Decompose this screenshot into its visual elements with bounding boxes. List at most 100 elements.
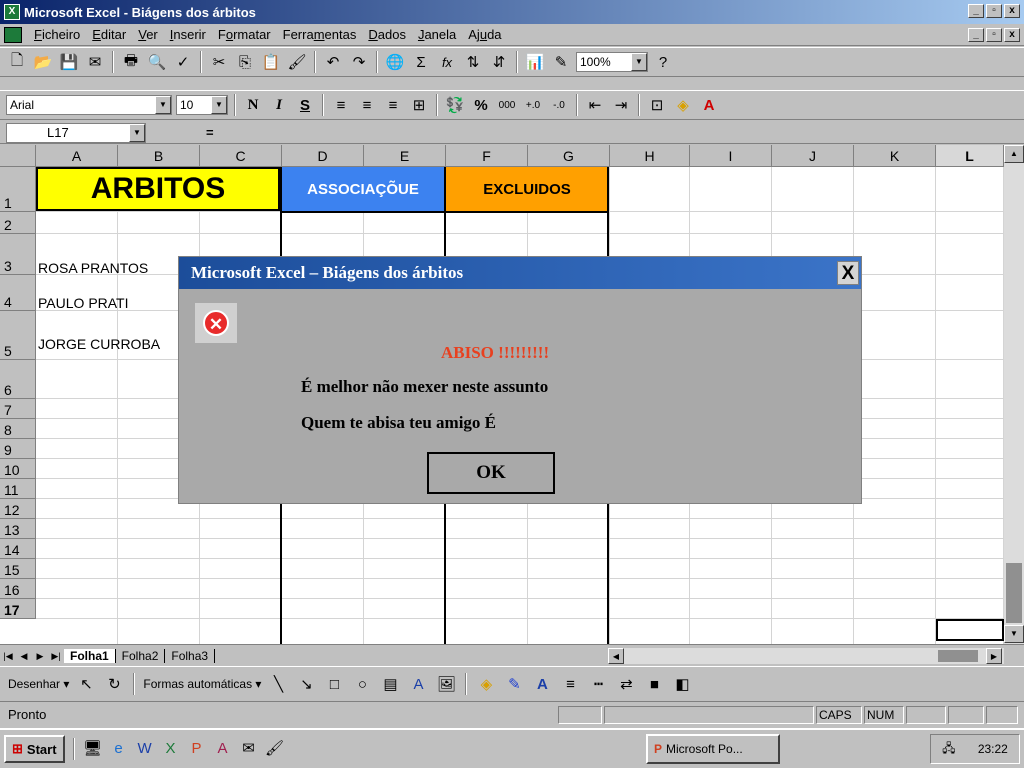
spelling-icon[interactable]: ✓: [172, 51, 194, 73]
minimize-button[interactable]: _: [968, 4, 984, 18]
cell-a5[interactable]: JORGE CURROBA: [38, 331, 160, 357]
row-header-11[interactable]: 11: [0, 479, 36, 499]
row-header-9[interactable]: 9: [0, 439, 36, 459]
column-header-b[interactable]: B: [118, 145, 200, 167]
print-icon[interactable]: 🖶: [120, 51, 142, 73]
chevron-down-icon[interactable]: ▼: [129, 123, 145, 142]
next-sheet-icon[interactable]: ▶: [32, 648, 48, 664]
copy-icon[interactable]: ⎘: [234, 51, 256, 73]
row-header-8[interactable]: 8: [0, 419, 36, 439]
cut-icon[interactable]: ✂: [208, 51, 230, 73]
open-icon[interactable]: 📂: [32, 51, 54, 73]
column-header-j[interactable]: J: [772, 145, 854, 167]
chart-wizard-icon[interactable]: 📊: [524, 51, 546, 73]
tab-folha3[interactable]: Folha3: [165, 648, 216, 663]
undo-icon[interactable]: ↶: [322, 51, 344, 73]
autosum-icon[interactable]: Σ: [410, 51, 432, 73]
row-header-4[interactable]: 4: [0, 275, 36, 311]
row-header-13[interactable]: 13: [0, 519, 36, 539]
last-sheet-icon[interactable]: ▶|: [48, 648, 64, 664]
paste-icon[interactable]: 📋: [260, 51, 282, 73]
menu-inserir[interactable]: Inserir: [164, 27, 212, 42]
tab-folha2[interactable]: Folha2: [116, 648, 166, 663]
cell-a3[interactable]: ROSA PRANTOS: [38, 255, 148, 281]
italic-button[interactable]: I: [268, 94, 290, 116]
wordart-icon[interactable]: A: [407, 673, 429, 695]
align-right-icon[interactable]: ≡: [382, 94, 404, 116]
sort-ascending-icon[interactable]: ⇅: [462, 51, 484, 73]
align-left-icon[interactable]: ≡: [330, 94, 352, 116]
menu-ferramentas[interactable]: Ferramentas: [277, 27, 363, 42]
menu-ajuda[interactable]: Ajuda: [462, 27, 507, 42]
function-icon[interactable]: fx: [436, 51, 458, 73]
dash-style-icon[interactable]: ┅: [587, 673, 609, 695]
row-header-15[interactable]: 15: [0, 559, 36, 579]
workbook-icon[interactable]: [4, 26, 22, 43]
line-style-icon[interactable]: ≡: [559, 673, 581, 695]
first-sheet-icon[interactable]: |◀: [0, 648, 16, 664]
active-cell-l17[interactable]: [936, 619, 1004, 641]
bold-button[interactable]: N: [242, 94, 264, 116]
arrow-style-icon[interactable]: ⇄: [615, 673, 637, 695]
autoshapes-menu[interactable]: Formas automáticas ▾: [143, 677, 261, 691]
row-header-6[interactable]: 6: [0, 360, 36, 399]
redo-icon[interactable]: ↷: [348, 51, 370, 73]
scroll-right-icon[interactable]: ▶: [986, 648, 1002, 664]
doc-minimize-button[interactable]: _: [968, 28, 984, 42]
clock[interactable]: 23:22: [978, 742, 1008, 756]
menu-ficheiro[interactable]: Ficheiro: [28, 27, 86, 42]
free-rotate-icon[interactable]: ↻: [103, 673, 125, 695]
scroll-up-icon[interactable]: ▲: [1004, 145, 1024, 163]
menu-janela[interactable]: Janela: [412, 27, 462, 42]
name-box[interactable]: L17 ▼: [6, 122, 146, 143]
format-painter-icon[interactable]: 🖌: [286, 51, 308, 73]
zoom-select[interactable]: 100% ▼: [576, 52, 648, 72]
font-color-icon[interactable]: A: [531, 673, 553, 695]
textbox-icon[interactable]: ▤: [379, 673, 401, 695]
show-desktop-icon[interactable]: 🖥: [83, 739, 103, 759]
decrease-indent-icon[interactable]: ⇤: [584, 94, 606, 116]
sort-descending-icon[interactable]: ⇵: [488, 51, 510, 73]
outlook-icon[interactable]: ✉: [239, 739, 259, 759]
thousands-button[interactable]: 000: [496, 94, 518, 116]
horizontal-scrollbar[interactable]: ◀ ▶: [608, 648, 1004, 664]
paint-icon[interactable]: 🖌: [265, 739, 285, 759]
rectangle-icon[interactable]: □: [323, 673, 345, 695]
dialog-close-button[interactable]: X: [837, 261, 859, 285]
prev-sheet-icon[interactable]: ◀: [16, 648, 32, 664]
close-button[interactable]: x: [1004, 4, 1020, 18]
align-center-icon[interactable]: ≡: [356, 94, 378, 116]
drawing-icon[interactable]: ✎: [550, 51, 572, 73]
doc-restore-button[interactable]: ▫: [986, 28, 1002, 42]
row-header-16[interactable]: 16: [0, 579, 36, 599]
increase-indent-icon[interactable]: ⇥: [610, 94, 632, 116]
formula-equals[interactable]: =: [206, 125, 214, 140]
draw-menu[interactable]: Desenhar ▾: [8, 677, 69, 691]
header-associacoes[interactable]: ASSOCIAÇÕUE: [282, 167, 444, 211]
3d-icon[interactable]: ◧: [671, 673, 693, 695]
print-preview-icon[interactable]: 🔍: [146, 51, 168, 73]
merge-center-icon[interactable]: ⊞: [408, 94, 430, 116]
font-size-select[interactable]: 10 ▼: [176, 95, 228, 115]
save-icon[interactable]: 💾: [58, 51, 80, 73]
column-header-h[interactable]: H: [610, 145, 690, 167]
scroll-left-icon[interactable]: ◀: [608, 648, 624, 664]
hyperlink-icon[interactable]: 🌐: [384, 51, 406, 73]
chevron-down-icon[interactable]: ▼: [155, 96, 171, 114]
column-header-f[interactable]: F: [446, 145, 528, 167]
select-all-corner[interactable]: [0, 145, 36, 167]
percent-button[interactable]: %: [470, 94, 492, 116]
ok-button[interactable]: OK: [427, 452, 555, 494]
arrow-icon[interactable]: ↘: [295, 673, 317, 695]
column-header-c[interactable]: C: [200, 145, 282, 167]
row-header-7[interactable]: 7: [0, 399, 36, 419]
powerpoint-icon[interactable]: P: [187, 739, 207, 759]
column-header-g[interactable]: G: [528, 145, 610, 167]
excel-icon[interactable]: X: [161, 739, 181, 759]
maximize-button[interactable]: ▫: [986, 4, 1002, 18]
row-header-10[interactable]: 10: [0, 459, 36, 479]
menu-dados[interactable]: Dados: [362, 27, 412, 42]
tab-folha1[interactable]: Folha1: [64, 648, 116, 663]
menu-editar[interactable]: Editar: [86, 27, 132, 42]
column-header-d[interactable]: D: [282, 145, 364, 167]
